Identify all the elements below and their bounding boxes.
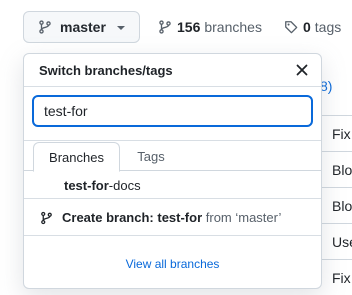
tags-count: 0 [303, 19, 311, 35]
dropdown-header: Switch branches/tags [24, 54, 321, 87]
branch-suggestion-item[interactable]: test-for -docs [24, 172, 321, 199]
branches-label: branches [204, 19, 262, 35]
branch-select-button[interactable]: master [23, 11, 140, 43]
close-icon [296, 64, 308, 76]
git-branch-icon [41, 211, 52, 224]
create-branch-button[interactable]: Create branch: test-for from ‘master’ [24, 200, 321, 236]
tab-branches[interactable]: Branches [33, 142, 120, 172]
tab-tags[interactable]: Tags [120, 142, 182, 171]
tags-link[interactable]: 0 tags [284, 19, 341, 35]
branch-switcher-dropdown: Switch branches/tags Branches Tags test-… [23, 53, 322, 289]
chevron-down-icon [117, 26, 125, 30]
suggestion-rest-text: -docs [108, 177, 141, 193]
ref-type-tabs: Branches Tags [24, 142, 321, 172]
dropdown-footer: View all branches [24, 237, 321, 288]
tags-label: tags [314, 19, 342, 35]
close-button[interactable] [292, 60, 312, 80]
view-all-branches-link[interactable]: View all branches [126, 257, 220, 271]
current-branch-label: master [60, 19, 106, 35]
create-branch-label: Create branch: test-for [62, 210, 203, 225]
branches-link[interactable]: 156 branches [158, 19, 262, 35]
branch-filter-input[interactable] [32, 95, 313, 127]
background-commit-list: Fix Blo Blo Use Fix [322, 115, 352, 295]
git-branch-icon [39, 20, 51, 34]
dropdown-title: Switch branches/tags [39, 63, 173, 78]
tag-icon [285, 21, 298, 34]
list-item[interactable]: Blo [322, 187, 352, 223]
list-item[interactable]: Fix [322, 115, 352, 151]
branches-count: 156 [177, 19, 201, 35]
filter-area [24, 87, 321, 141]
git-branch-icon [159, 20, 171, 34]
list-item[interactable]: Use [322, 223, 352, 259]
create-branch-source: from ‘master’ [202, 210, 282, 225]
list-item[interactable]: Fix [322, 259, 352, 295]
repo-toolbar: master 156 branches 0 tags [0, 0, 352, 58]
list-item[interactable]: Blo [322, 151, 352, 187]
suggestion-match-text: test-for [64, 177, 109, 193]
